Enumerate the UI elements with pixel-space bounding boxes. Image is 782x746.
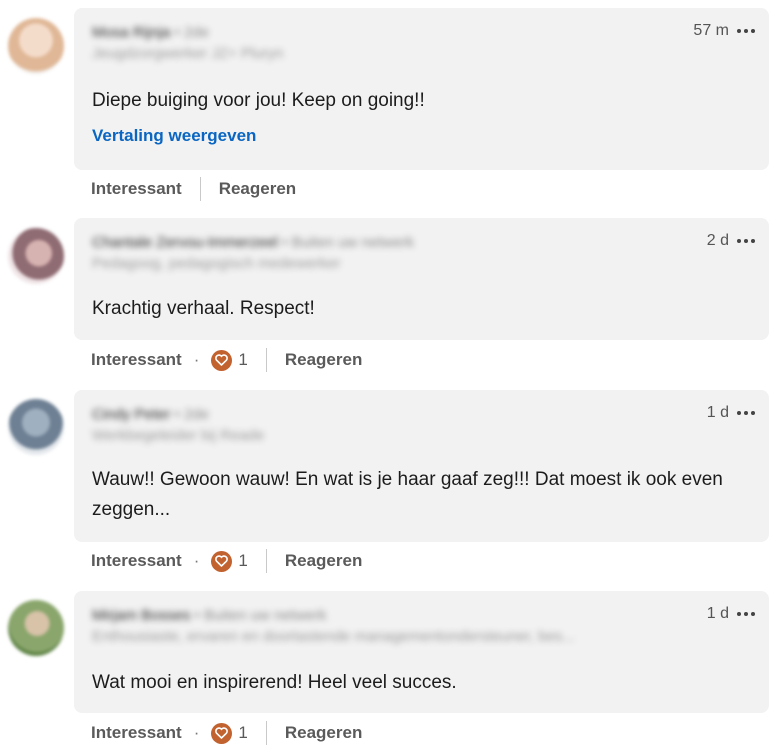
comment-text: Krachtig verhaal. Respect! xyxy=(92,298,315,319)
comment-meta: Chantale Zervou-Immerzeel • Buiten uw ne… xyxy=(92,232,652,274)
comment-bubble: Mirjam Bosses • Buiten uw netwerk Enthou… xyxy=(74,591,769,713)
author-name[interactable]: Chantale Zervou-Immerzeel • Buiten uw ne… xyxy=(92,232,652,254)
divider xyxy=(265,721,267,745)
comment-bubble: Chantale Zervou-Immerzeel • Buiten uw ne… xyxy=(74,218,769,340)
comment-actions: Interessant · 1 Reageren xyxy=(91,348,362,372)
author-headline: Werkbegeleider bij Reade xyxy=(92,427,265,444)
author-name[interactable]: Mirjam Bosses • Buiten uw netwerk xyxy=(92,605,652,627)
more-dots-icon[interactable] xyxy=(737,612,755,616)
avatar[interactable] xyxy=(8,399,64,455)
comment-timestamp: 1 d xyxy=(706,605,729,622)
heart-reaction-icon xyxy=(211,349,233,371)
like-button[interactable]: Interessant xyxy=(91,350,182,370)
more-dots-icon[interactable] xyxy=(737,411,755,415)
more-dots-icon[interactable] xyxy=(737,29,755,33)
separator-dot: · xyxy=(193,551,200,570)
reply-button[interactable]: Reageren xyxy=(285,723,362,743)
reaction-summary[interactable]: 1 xyxy=(211,349,248,371)
reaction-count: 1 xyxy=(238,350,248,369)
divider xyxy=(199,177,201,201)
reaction-summary[interactable]: 1 xyxy=(211,550,248,572)
comment-time-row: 1 d xyxy=(707,605,755,623)
comment-time-row: 57 m xyxy=(693,22,755,40)
comment-actions: Interessant · 1 Reageren xyxy=(91,721,362,745)
comment-meta: Mosa Rijnja • 2de Jeugdzorgwerker JZ+ Pl… xyxy=(92,22,652,64)
comment-text: Wauw!! Gewoon wauw! En wat is je haar ga… xyxy=(92,469,723,520)
comment-actions: Interessant Reageren xyxy=(91,177,296,201)
avatar[interactable] xyxy=(8,18,64,74)
more-dots-icon[interactable] xyxy=(737,239,755,243)
separator-dot: · xyxy=(193,723,200,742)
heart-reaction-icon xyxy=(211,550,233,572)
comment-meta: Cindy Peter • 2de Werkbegeleider bij Rea… xyxy=(92,404,652,446)
comment-time-row: 1 d xyxy=(707,404,755,422)
like-button[interactable]: Interessant xyxy=(91,551,182,571)
reaction-count: 1 xyxy=(238,551,248,570)
comment-meta: Mirjam Bosses • Buiten uw netwerk Enthou… xyxy=(92,605,652,647)
comment-bubble: Cindy Peter • 2de Werkbegeleider bij Rea… xyxy=(74,390,769,542)
comment-actions: Interessant · 1 Reageren xyxy=(91,549,362,573)
comment-text: Diepe buiging voor jou! Keep on going!! xyxy=(92,90,425,111)
translate-link[interactable]: Vertaling weergeven xyxy=(92,126,256,146)
comment-timestamp: 2 d xyxy=(706,232,729,249)
comment-bubble: Mosa Rijnja • 2de Jeugdzorgwerker JZ+ Pl… xyxy=(74,8,769,170)
comment-text: Wat mooi en inspirerend! Heel veel succe… xyxy=(92,672,457,693)
reaction-count: 1 xyxy=(238,723,248,742)
heart-reaction-icon xyxy=(211,722,233,744)
divider xyxy=(265,549,267,573)
comment-timestamp: 57 m xyxy=(693,22,729,39)
avatar[interactable] xyxy=(8,228,64,284)
reply-button[interactable]: Reageren xyxy=(285,350,362,370)
reaction-summary[interactable]: 1 xyxy=(211,722,248,744)
like-button[interactable]: Interessant xyxy=(91,179,182,199)
reply-button[interactable]: Reageren xyxy=(219,179,296,199)
comment-timestamp: 1 d xyxy=(706,404,729,421)
avatar[interactable] xyxy=(8,600,64,656)
reply-button[interactable]: Reageren xyxy=(285,551,362,571)
author-headline: Pedagoog, pedagogisch medewerker xyxy=(92,255,341,272)
comment-time-row: 2 d xyxy=(707,232,755,250)
author-name[interactable]: Mosa Rijnja • 2de xyxy=(92,22,652,44)
author-headline: Jeugdzorgwerker JZ+ Pluryn xyxy=(92,45,284,62)
separator-dot: · xyxy=(193,350,200,369)
like-button[interactable]: Interessant xyxy=(91,723,182,743)
author-headline: Enthousiaste, ervaren en doortastende ma… xyxy=(92,628,575,645)
divider xyxy=(265,348,267,372)
author-name[interactable]: Cindy Peter • 2de xyxy=(92,404,652,426)
